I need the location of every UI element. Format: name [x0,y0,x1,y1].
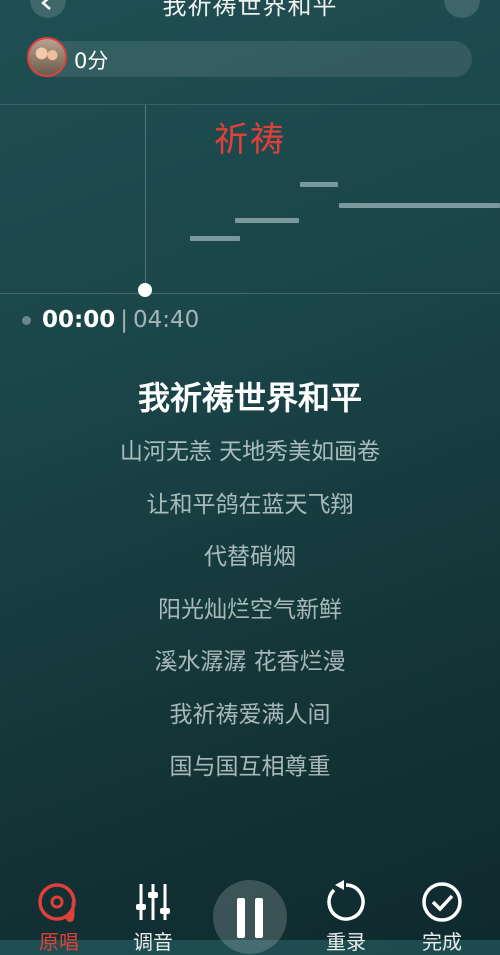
original-vocal-label: 原唱 [39,930,79,954]
check-circle-icon [422,882,462,922]
lyric-line: 山河无恙 天地秀美如画卷 [119,439,381,465]
avatar[interactable] [27,37,67,77]
original-vocal-button[interactable]: 原唱 [24,874,94,955]
music-note-disc-icon [38,883,76,922]
pitch-indicator-dot [138,283,152,297]
rerecord-label: 重录 [326,930,366,954]
tune-label: 调音 [133,930,173,954]
score-value: 0分 [74,49,109,73]
total-time: 04:40 [132,307,200,333]
pause-button[interactable] [213,880,287,954]
pitch-segment [300,182,338,187]
lyric-line: 我祈祷爱满人间 [169,701,331,728]
lyric-line: 阳光灿烂空气新鲜 [158,596,342,623]
pitch-segment [339,203,500,208]
lyric-line: 代替硝烟 [204,544,296,570]
tune-button[interactable]: 调音 [118,874,188,955]
pitch-segment [235,218,299,223]
lyric-line: 国与国互相尊重 [169,754,331,780]
record-status-dot [22,315,31,325]
pitch-segment [190,236,240,241]
rerecord-button[interactable]: 重录 [311,874,381,955]
finish-label: 完成 [422,930,462,954]
lyrics-panel: 我祈祷世界和平 山河无恙 天地秀美如画卷 让和平鸽在蓝天飞翔 代替硝烟 阳光灿烂… [0,370,500,794]
time-display: 00:00 | 04:40 [22,307,199,333]
song-title: 我祈祷世界和平 [162,0,338,20]
current-time: 00:00 [42,307,116,333]
lyric-line: 溪水潺潺 花香烂漫 [154,649,346,675]
pause-icon [237,898,245,938]
lyric-line: 让和平鸽在蓝天飞翔 [146,491,354,518]
rotate-icon [327,880,365,921]
time-separator: | [120,307,128,333]
current-lyric-word: 祈祷 [214,120,286,160]
sliders-icon [136,884,170,920]
finish-button[interactable]: 完成 [407,874,477,955]
lyric-current-line: 我祈祷世界和平 [137,379,362,417]
pause-icon [255,898,263,938]
